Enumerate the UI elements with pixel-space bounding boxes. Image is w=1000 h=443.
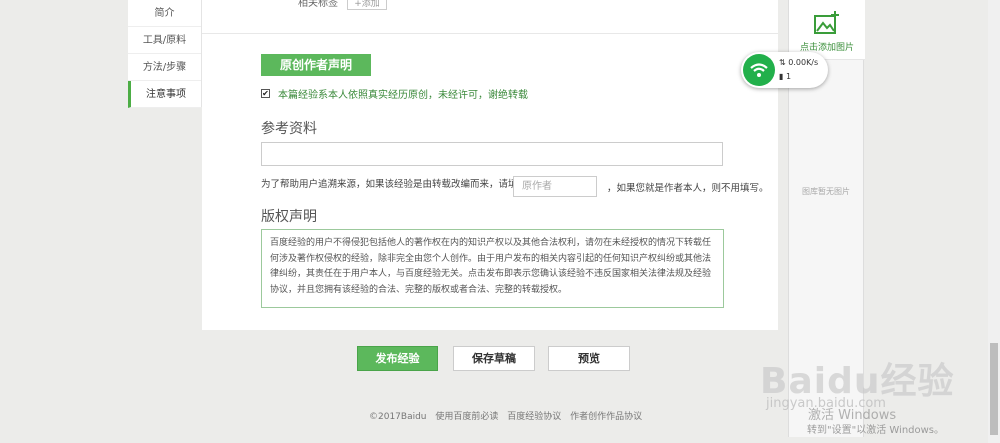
divider — [202, 33, 778, 34]
footer-copyright: ©2017Baidu — [369, 412, 427, 422]
nav-item-intro[interactable]: 简介 — [128, 0, 201, 27]
original-author-declaration-button[interactable]: 原创作者声明 — [261, 54, 371, 76]
step-nav: 简介 工具/原料 方法/步骤 注意事项 — [128, 0, 202, 108]
connected-devices-value: 1 — [785, 72, 792, 81]
scrollbar-thumb[interactable] — [990, 343, 998, 435]
image-icon — [814, 11, 839, 34]
nav-item-tools[interactable]: 工具/原料 — [128, 27, 201, 54]
save-draft-button[interactable]: 保存草稿 — [453, 346, 535, 371]
original-declaration-row: ✔ 本篇经验系本人依照真实经历原创，未经许可，谢绝转载 — [261, 86, 528, 101]
wifi-speed-widget[interactable]: ⇅ 0.00K/s ▮ 1 — [741, 52, 828, 88]
copyright-title: 版权声明 — [261, 209, 317, 225]
tags-label: 相关标签 — [298, 0, 338, 9]
preview-button[interactable]: 预览 — [548, 346, 630, 371]
no-image-text: 图库暂无图片 — [802, 187, 850, 196]
source-hint: ，如果您就是作者本人，则不用填写。 — [607, 183, 769, 194]
windows-activation-hint: 转到"设置"以激活 Windows。 — [807, 425, 945, 436]
nav-item-notes[interactable]: 注意事项 — [128, 81, 201, 108]
footer-link-author-agreement[interactable]: 作者创作作品协议 — [570, 412, 642, 422]
reference-title: 参考资料 — [261, 121, 317, 137]
original-declaration-text: 本篇经验系本人依照真实经历原创，未经许可，谢绝转载 — [278, 90, 528, 101]
connected-devices: ▮ 1 — [779, 72, 792, 81]
publish-button[interactable]: 发布经验 — [357, 346, 438, 371]
wifi-icon — [743, 54, 775, 86]
original-author-input[interactable]: 原作者 — [513, 176, 597, 197]
original-declaration-checkbox[interactable]: ✔ — [261, 89, 270, 98]
add-image-button[interactable]: 点击添加图片 — [789, 0, 865, 60]
footer-link-agreement[interactable]: 百度经验协议 — [507, 412, 561, 422]
editor-card: 相关标签 +添加 原创作者声明 ✔ 本篇经验系本人依照真实经历原创，未经许可，谢… — [202, 0, 778, 330]
add-tag-button[interactable]: +添加 — [347, 0, 387, 10]
nav-item-steps[interactable]: 方法/步骤 — [128, 54, 201, 81]
tags-row: 相关标签 +添加 — [298, 0, 387, 10]
source-prompt: 为了帮助用户追溯来源，如果该经验是由转载改编而来，请填写 — [261, 179, 528, 190]
network-speed: ⇅ 0.00K/s — [779, 58, 819, 67]
reference-textarea[interactable] — [261, 142, 723, 166]
copyright-text: 百度经验的用户不得侵犯包括他人的著作权在内的知识产权以及其他合法权利，请勿在未经… — [261, 229, 724, 308]
footer-link-guide[interactable]: 使用百度前必读 — [435, 412, 498, 422]
footer: ©2017Baidu 使用百度前必读 百度经验协议 作者创作作品协议 — [369, 409, 648, 422]
network-speed-value: 0.00K/s — [788, 58, 819, 67]
